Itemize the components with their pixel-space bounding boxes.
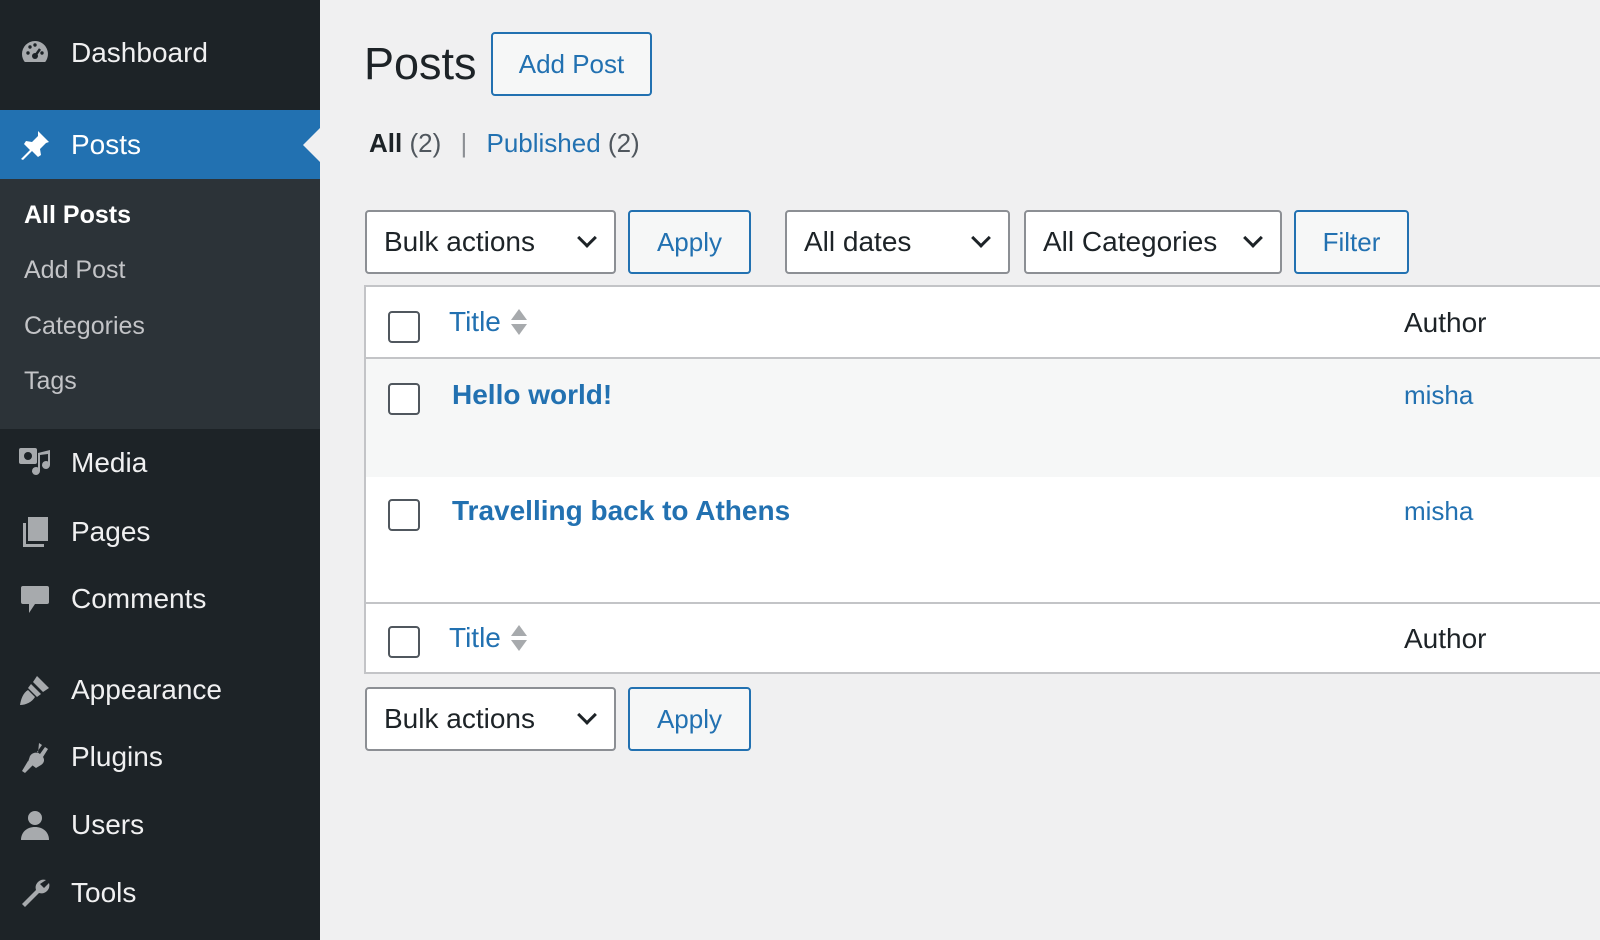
menu-item-comments[interactable]: Comments [0, 564, 320, 634]
chevron-down-icon [1243, 228, 1263, 248]
table-row: Travelling back to Athens misha [366, 477, 1600, 595]
menu-item-media[interactable]: Media [0, 428, 320, 498]
menu-item-dashboard[interactable]: Dashboard [0, 18, 320, 88]
title-column-label: Title [449, 622, 501, 653]
post-title-link[interactable]: Travelling back to Athens [452, 495, 790, 527]
menu-label: Tools [71, 877, 137, 908]
sort-icon [510, 625, 527, 651]
bulk-actions-select-bottom[interactable]: Bulk actions [365, 687, 616, 751]
menu-item-users[interactable]: Users [0, 790, 320, 860]
menu-label: Posts [71, 129, 142, 160]
categories-filter-value: All Categories [1043, 226, 1218, 257]
menu-label: Plugins [71, 741, 163, 772]
bulk-actions-value: Bulk actions [384, 226, 535, 257]
posts-table: Title Author Hello world! misha Travelli… [364, 285, 1600, 674]
filter-button[interactable]: Filter [1294, 210, 1409, 274]
dashboard-icon [17, 35, 53, 71]
categories-filter-select[interactable]: All Categories [1024, 210, 1282, 274]
view-all-count: (2) [409, 128, 442, 158]
chevron-down-icon [577, 705, 597, 725]
pin-icon [17, 127, 53, 163]
post-author-link[interactable]: misha [1404, 380, 1473, 411]
bulk-actions-select[interactable]: Bulk actions [365, 210, 616, 274]
dates-filter-value: All dates [804, 226, 912, 257]
main-content: Posts Add Post All (2) | Published (2) B… [320, 0, 1600, 940]
menu-label: Comments [71, 583, 207, 614]
menu-label: Dashboard [71, 37, 208, 68]
menu-item-pages[interactable]: Pages [0, 497, 320, 567]
table-header: Title Author [366, 287, 1600, 359]
select-all-checkbox[interactable] [388, 311, 420, 343]
title-column-header[interactable]: Title [449, 306, 527, 338]
menu-item-plugins[interactable]: Plugins [0, 722, 320, 792]
bulk-actions-value: Bulk actions [384, 703, 535, 734]
views-separator: | [460, 128, 468, 158]
post-status-views: All (2) | Published (2) [369, 128, 640, 159]
media-icon [17, 445, 53, 481]
title-column-footer[interactable]: Title [449, 622, 527, 654]
plugin-icon [17, 739, 53, 775]
paintbrush-icon [17, 672, 53, 708]
chevron-down-icon [577, 228, 597, 248]
author-column-footer: Author [1404, 623, 1487, 654]
menu-item-appearance[interactable]: Appearance [0, 655, 320, 725]
table-footer: Title Author [366, 602, 1600, 674]
posts-submenu: All Posts Add Post Categories Tags [0, 179, 320, 429]
dates-filter-select[interactable]: All dates [785, 210, 1010, 274]
submenu-tags[interactable]: Tags [24, 367, 77, 396]
chevron-down-icon [971, 228, 991, 248]
wrench-icon [17, 875, 53, 911]
table-row: Hello world! misha [366, 359, 1600, 477]
select-all-checkbox-footer[interactable] [388, 626, 420, 658]
menu-label: Appearance [71, 674, 223, 705]
post-title-link[interactable]: Hello world! [452, 379, 612, 411]
view-published-count: (2) [607, 128, 640, 158]
menu-label: Pages [71, 516, 151, 547]
page-title: Posts [364, 38, 477, 89]
author-column-header: Author [1404, 307, 1487, 338]
view-published[interactable]: Published [486, 128, 600, 158]
row-checkbox[interactable] [388, 499, 420, 531]
apply-button-top[interactable]: Apply [628, 210, 751, 274]
row-checkbox[interactable] [388, 383, 420, 415]
post-author-link[interactable]: misha [1404, 496, 1473, 527]
title-column-label: Title [449, 306, 501, 337]
submenu-categories[interactable]: Categories [24, 312, 145, 341]
submenu-add-post[interactable]: Add Post [24, 256, 125, 285]
menu-label: Media [71, 447, 148, 478]
admin-sidebar: Dashboard Posts All Posts Add Post Categ… [0, 0, 320, 940]
user-icon [17, 807, 53, 843]
comment-icon [17, 581, 53, 617]
apply-button-bottom[interactable]: Apply [628, 687, 751, 751]
add-post-button[interactable]: Add Post [491, 32, 652, 96]
menu-item-tools[interactable]: Tools [0, 858, 320, 928]
view-all[interactable]: All [369, 128, 402, 158]
pages-icon [17, 514, 53, 550]
sort-icon [510, 309, 527, 335]
submenu-all-posts[interactable]: All Posts [24, 201, 131, 230]
menu-label: Users [71, 809, 145, 840]
menu-item-posts[interactable]: Posts [0, 110, 320, 180]
